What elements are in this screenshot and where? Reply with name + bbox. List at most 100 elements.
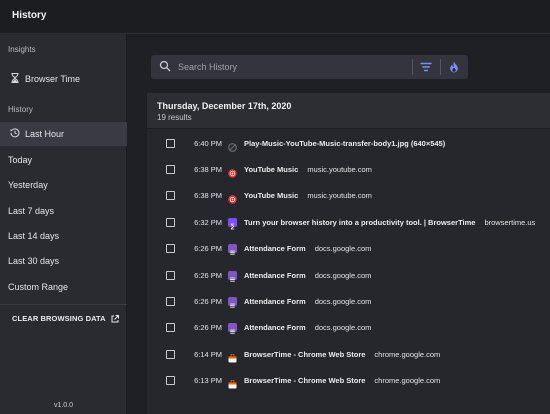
chrome-web-store-icon <box>228 376 237 389</box>
visit-time: 6:40 PM <box>194 138 222 148</box>
google-forms-icon <box>228 244 237 255</box>
flame-icon[interactable] <box>447 60 461 74</box>
history-row[interactable]: 6:26 PM Attendance Form docs.google.com <box>147 315 550 341</box>
sidebar-item-label: Last Hour <box>25 129 65 139</box>
row-checkbox[interactable] <box>166 217 175 227</box>
browsertime-icon <box>228 217 237 230</box>
visit-time: 6:26 PM <box>194 244 222 254</box>
sidebar-item-last-hour[interactable]: Last Hour <box>0 122 127 146</box>
filter-icon[interactable] <box>419 60 433 74</box>
visit-time: 6:38 PM <box>194 164 222 174</box>
page-domain: music.youtube.com <box>307 191 372 201</box>
row-checkbox[interactable] <box>166 138 175 148</box>
results-count: 19 results <box>157 113 192 122</box>
page-domain: docs.google.com <box>314 296 372 306</box>
visit-time: 6:13 PM <box>194 376 222 386</box>
sidebar-divider <box>0 304 127 305</box>
search-bar <box>151 55 468 79</box>
sidebar-item-label: Last 14 days <box>8 231 60 241</box>
page-title: Attendance Form <box>244 244 306 254</box>
clear-browsing-data-button[interactable]: CLEAR BROWSING DATA <box>12 314 119 323</box>
page-title-link[interactable]: YouTube Music music.youtube.com <box>244 165 372 174</box>
page-domain: chrome.google.com <box>374 349 441 359</box>
search-input[interactable] <box>178 59 398 75</box>
clear-browsing-data-label: CLEAR BROWSING DATA <box>12 314 106 323</box>
page-title-link[interactable]: Attendance Form docs.google.com <box>244 244 371 253</box>
page-domain: docs.google.com <box>314 244 372 254</box>
sidebar-item-custom-range[interactable]: Custom Range <box>0 275 127 299</box>
search-divider <box>440 59 441 75</box>
row-checkbox[interactable] <box>166 164 175 174</box>
page-title-link[interactable]: Attendance Form docs.google.com <box>244 271 371 280</box>
page-domain: browsertime.us <box>484 217 536 227</box>
sidebar-item-label: Today <box>8 155 33 165</box>
history-row[interactable]: 6:32 PM Turn your browser history into a … <box>147 209 550 235</box>
chrome-web-store-icon <box>228 350 237 363</box>
visit-time: 6:38 PM <box>194 191 222 201</box>
page-title-link[interactable]: Play-Music-YouTube-Music-transfer-body1.… <box>244 139 445 148</box>
page-title: BrowserTime - Chrome Web Store <box>244 349 366 359</box>
visit-time: 6:26 PM <box>194 270 222 280</box>
page-title-link[interactable]: Attendance Form docs.google.com <box>244 323 371 332</box>
row-checkbox[interactable] <box>166 376 175 386</box>
top-bar: History <box>0 0 550 34</box>
sidebar-item-yesterday[interactable]: Yesterday <box>0 173 127 197</box>
page-title: Turn your browser history into a product… <box>244 217 476 227</box>
page-title-link[interactable]: YouTube Music music.youtube.com <box>244 191 372 200</box>
globe-icon <box>228 139 237 152</box>
page-title: BrowserTime - Chrome Web Store <box>244 376 366 386</box>
row-checkbox[interactable] <box>166 349 175 359</box>
row-checkbox[interactable] <box>166 191 175 201</box>
page-title-link[interactable]: BrowserTime - Chrome Web Store chrome.goo… <box>244 350 440 359</box>
insights-section-label: Insights <box>8 45 36 54</box>
search-icon <box>159 60 171 72</box>
visit-time: 6:32 PM <box>194 217 222 227</box>
page-title-link[interactable]: Attendance Form docs.google.com <box>244 297 371 306</box>
page-title: Attendance Form <box>244 270 306 280</box>
hourglass-icon <box>8 73 22 85</box>
visit-time: 6:14 PM <box>194 349 222 359</box>
sidebar-item-browser-time[interactable]: Browser Time <box>0 67 127 91</box>
history-row[interactable]: 6:14 PM BrowserTime - Chrome Web Store chr… <box>147 341 550 367</box>
page-title: YouTube Music <box>244 191 299 201</box>
row-checkbox[interactable] <box>166 270 175 280</box>
history-row[interactable]: 6:26 PM Attendance Form docs.google.com <box>147 262 550 288</box>
page-domain: docs.google.com <box>314 270 372 280</box>
history-section-label: History <box>8 105 33 114</box>
visit-time: 6:26 PM <box>194 296 222 306</box>
page-title: Attendance Form <box>244 296 306 306</box>
row-checkbox[interactable] <box>166 296 175 306</box>
page-domain: chrome.google.com <box>374 376 441 386</box>
sidebar-item-today[interactable]: Today <box>0 148 127 172</box>
search-divider <box>412 59 413 75</box>
google-forms-icon <box>228 296 237 308</box>
page-title: Play-Music-YouTube-Music-transfer-body1.… <box>244 138 446 148</box>
history-row[interactable]: 6:26 PM Attendance Form docs.google.com <box>147 236 550 262</box>
page-title-link[interactable]: BrowserTime - Chrome Web Store chrome.goo… <box>244 376 440 385</box>
history-icon <box>8 128 22 140</box>
results-header: Thursday, December 17th, 2020 19 results <box>147 93 550 129</box>
sidebar-item-last-14-days[interactable]: Last 14 days <box>0 224 127 248</box>
sidebar-item-last-30-days[interactable]: Last 30 days <box>0 249 127 273</box>
page-title-link[interactable]: Turn your browser history into a product… <box>244 218 535 227</box>
page-domain: docs.google.com <box>314 323 372 333</box>
history-row[interactable]: 6:40 PM Play-Music-YouTube-Music-transfer… <box>147 130 550 156</box>
external-link-icon <box>111 314 119 322</box>
row-checkbox[interactable] <box>166 244 175 254</box>
history-row[interactable]: 6:38 PM YouTube Music music.youtube.com <box>147 156 550 182</box>
page-domain: music.youtube.com <box>307 164 372 174</box>
sidebar-item-label: Yesterday <box>8 180 48 190</box>
google-forms-icon <box>228 323 237 334</box>
row-checkbox[interactable] <box>166 323 175 333</box>
sidebar: Insights Browser Time History Last Hour … <box>0 34 127 414</box>
sidebar-item-label: Last 7 days <box>8 206 55 216</box>
history-row[interactable]: 6:13 PM BrowserTime - Chrome Web Store chr… <box>147 368 550 394</box>
google-forms-icon <box>228 270 237 282</box>
history-row[interactable]: 6:26 PM Attendance Form docs.google.com <box>147 288 550 314</box>
sidebar-item-label: Browser Time <box>25 74 81 84</box>
sidebar-item-last-7-days[interactable]: Last 7 days <box>0 199 127 223</box>
youtube-music-icon <box>228 191 237 204</box>
history-row[interactable]: 6:38 PM YouTube Music music.youtube.com <box>147 183 550 209</box>
version-label: v1.0.0 <box>53 402 74 409</box>
page-title: YouTube Music <box>244 164 299 174</box>
